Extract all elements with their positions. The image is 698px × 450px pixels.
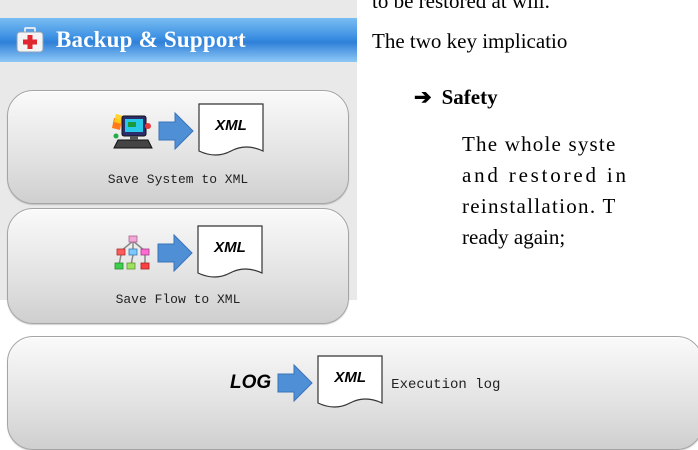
computer-icon — [112, 114, 153, 149]
doc-bullet-safety: ➔ Safety — [414, 85, 498, 110]
panel-header: Backup & Support — [0, 18, 357, 62]
doc-line-implications: The two key implicatio — [372, 29, 568, 53]
flowchart-icon — [114, 235, 150, 270]
doc-para-line-4: ready again; — [462, 225, 566, 249]
right-arrow-icon — [157, 233, 193, 273]
xml-document-icon: XML — [317, 355, 383, 411]
save-flow-icon-row: XML — [113, 225, 263, 281]
save-system-label: Save System to XML — [107, 172, 249, 187]
xml-label: XML — [215, 117, 247, 134]
log-prefix: LOG — [230, 372, 272, 393]
xml-label: XML — [334, 369, 366, 386]
backup-support-panel: Backup & Support XML Save System to XML … — [0, 0, 357, 324]
save-flow-button[interactable]: XML Save Flow to XML — [7, 208, 349, 324]
save-system-button[interactable]: XML Save System to XML — [7, 90, 349, 204]
document-text: to be restored at will. The two key impl… — [372, 0, 698, 300]
bullet-arrow-icon: ➔ — [414, 85, 432, 109]
first-aid-kit-icon — [16, 27, 44, 53]
execution-log-button[interactable]: LOG XML Execution log — [7, 336, 698, 450]
xml-label: XML — [214, 239, 246, 256]
bullet-title: Safety — [441, 85, 498, 109]
doc-para-line-2: and restored in — [462, 163, 629, 187]
doc-para-line-1: The whole syste — [462, 132, 617, 156]
right-arrow-icon — [277, 363, 313, 403]
save-system-icon-row: XML — [110, 103, 264, 159]
panel-title: Backup & Support — [56, 27, 246, 52]
xml-document-icon: XML — [198, 103, 264, 159]
doc-para-line-3: reinstallation. T — [462, 194, 617, 218]
right-arrow-icon — [158, 111, 194, 151]
execution-log-icon-row: LOG XML Execution log — [230, 355, 500, 411]
doc-line-top: to be restored at will. — [372, 0, 550, 13]
execution-log-label: Execution log — [391, 377, 501, 393]
xml-document-icon: XML — [197, 225, 263, 281]
save-flow-label: Save Flow to XML — [115, 292, 241, 307]
